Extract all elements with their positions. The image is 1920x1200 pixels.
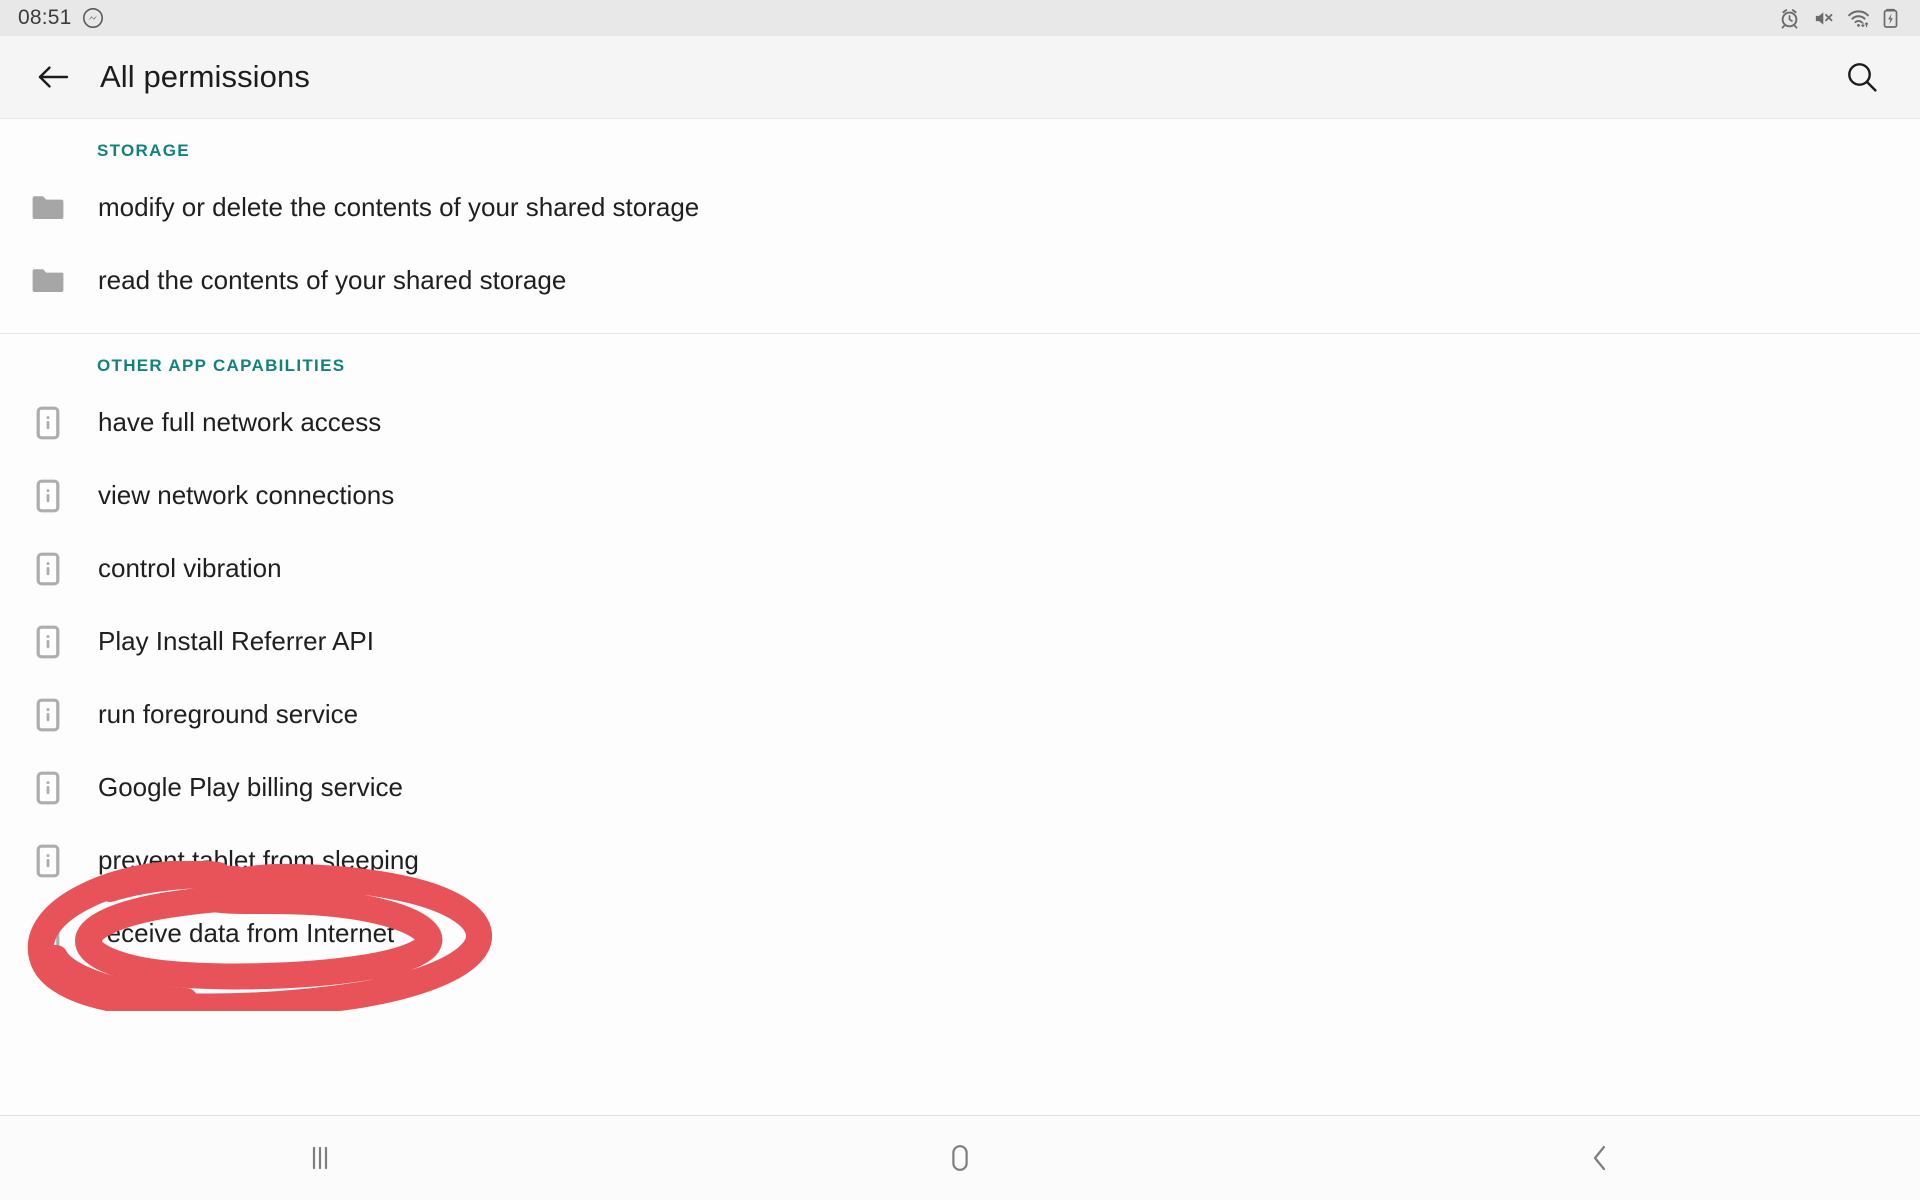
permission-row[interactable]: read the contents of your shared storage <box>0 244 1920 317</box>
permission-row[interactable]: control vibration <box>0 532 1920 605</box>
device-info-icon <box>28 406 68 440</box>
permission-label: control vibration <box>98 553 282 583</box>
permission-label: Play Install Referrer API <box>98 626 374 656</box>
search-icon[interactable] <box>1834 49 1890 105</box>
app-bar: All permissions <box>0 36 1920 119</box>
device-info-icon <box>28 552 68 586</box>
device-info-icon <box>28 917 68 951</box>
battery-charging-icon <box>1883 7 1898 29</box>
messenger-icon <box>82 7 104 29</box>
permission-row[interactable]: modify or delete the contents of your sh… <box>0 171 1920 244</box>
home-button[interactable] <box>860 1116 1060 1200</box>
wifi-icon <box>1847 8 1870 29</box>
recents-button[interactable] <box>220 1116 420 1200</box>
device-info-icon <box>28 698 68 732</box>
back-arrow-icon[interactable] <box>26 50 80 104</box>
permission-label: view network connections <box>98 480 395 510</box>
permission-label: Google Play billing service <box>98 772 403 802</box>
device-info-icon <box>28 479 68 513</box>
section-header-other-app-capabilities: OTHER APP CAPABILITIES <box>97 356 346 375</box>
permission-row[interactable]: Play Install Referrer API <box>0 605 1920 678</box>
permission-row[interactable]: have full network access <box>0 386 1920 459</box>
permission-row-highlighted[interactable]: run foreground service <box>0 678 1920 751</box>
folder-icon <box>28 193 68 223</box>
permission-row[interactable]: Google Play billing service <box>0 751 1920 824</box>
permissions-list[interactable]: STORAGE modify or delete the contents of… <box>0 119 1920 1115</box>
permission-label: modify or delete the contents of your sh… <box>98 192 700 222</box>
device-info-icon <box>28 771 68 805</box>
status-bar-right <box>1779 7 1898 29</box>
mute-icon <box>1813 8 1834 29</box>
status-clock: 08:51 <box>18 6 72 29</box>
status-bar-left: 08:51 <box>18 6 104 30</box>
permission-label: receive data from Internet <box>98 918 395 948</box>
navigation-bar <box>0 1115 1920 1200</box>
status-bar: 08:51 <box>0 0 1920 36</box>
section-header-storage: STORAGE <box>97 141 190 160</box>
permission-label: have full network access <box>98 407 382 437</box>
permission-row[interactable]: receive data from Internet <box>0 897 1920 970</box>
android-permissions-screen: 08:51 All permissions STORAGE modify or … <box>0 0 1920 1200</box>
permission-row[interactable]: view network connections <box>0 459 1920 532</box>
alarm-icon <box>1779 8 1800 29</box>
permission-label: prevent tablet from sleeping <box>98 845 419 875</box>
back-button[interactable] <box>1500 1116 1700 1200</box>
folder-icon <box>28 266 68 296</box>
device-info-icon <box>28 844 68 878</box>
permission-label: run foreground service <box>98 699 359 729</box>
permission-row[interactable]: prevent tablet from sleeping <box>0 824 1920 897</box>
permission-label: read the contents of your shared storage <box>98 265 567 295</box>
device-info-icon <box>28 625 68 659</box>
page-title: All permissions <box>100 59 310 94</box>
